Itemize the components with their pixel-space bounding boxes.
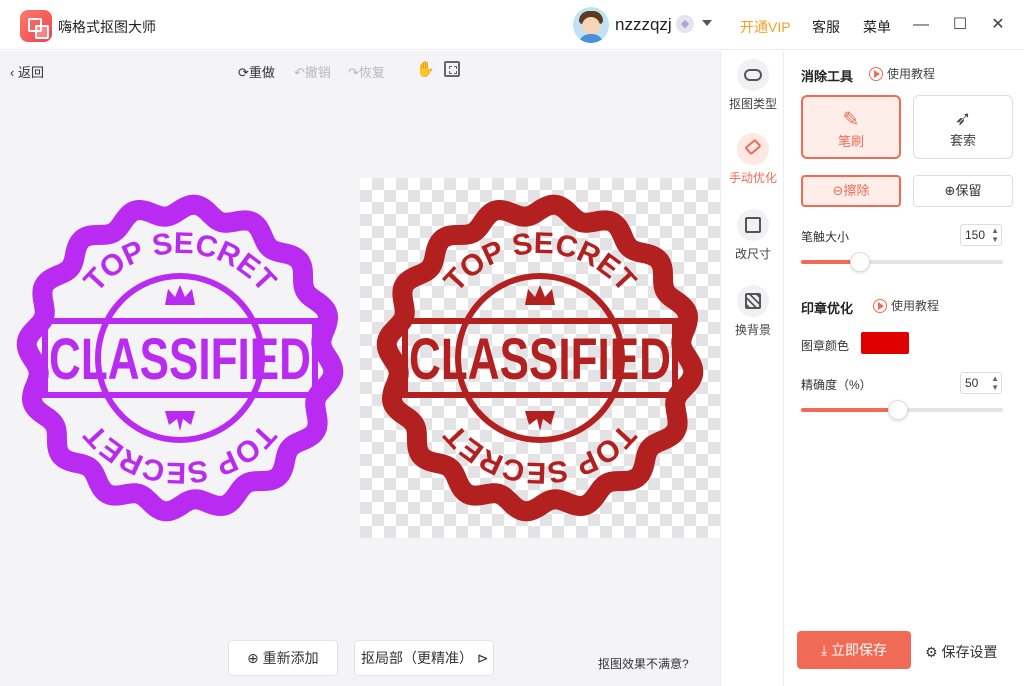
cutout-type-icon — [737, 59, 769, 91]
save-now-button[interactable]: ⤓ 立即保存 — [797, 631, 911, 669]
original-stamp-image: TOP SECRET TOP SECRET CLASSIFIED — [16, 194, 344, 522]
spinner-icon[interactable]: ▲ ▼ — [991, 226, 999, 244]
settings-panel: 消除工具 使用教程 ✎ 笔刷 ➶ 套索 ⊖擦除 ⊕保留 笔触大小 150 ▲ ▼ 印… — [785, 51, 1024, 686]
canvas-area: ‹ 返回 ⟳重做 ↶撤销 ↷恢复 ✋ TOP SECRET TOP SECRET… — [0, 51, 720, 686]
download-icon: ⤓ — [820, 642, 832, 658]
plus-circle-icon: ⊕ — [944, 183, 956, 198]
svg-text:CLASSIFIED: CLASSIFIED — [409, 327, 671, 392]
save-settings-button[interactable]: ⚙ 保存设置 — [925, 642, 997, 662]
partial-cutout-button[interactable]: 抠局部（更精准） ⊳ — [354, 640, 494, 676]
avatar[interactable] — [573, 7, 609, 43]
stamp-graphic-right: TOP SECRET TOP SECRET CLASSIFIED — [376, 194, 704, 522]
spinner-icon[interactable]: ▲ ▼ — [991, 374, 999, 392]
brush-icon: ✎ — [842, 109, 860, 131]
background-icon — [737, 285, 769, 317]
help-link-erase[interactable]: 使用教程 — [869, 65, 935, 82]
gear-icon: ⚙ — [925, 644, 942, 660]
precision-label: 精确度（%） — [801, 378, 872, 392]
precision-knob[interactable] — [887, 400, 908, 420]
brush-size-slider[interactable] — [801, 252, 1003, 272]
restore-button[interactable]: ↷恢复 — [348, 62, 385, 81]
erase-tool-title: 消除工具 — [801, 69, 854, 84]
app-title: 嗨格式抠图大师 — [58, 19, 156, 35]
lasso-icon: ➶ — [954, 108, 972, 130]
svg-text:CLASSIFIED: CLASSIFIED — [49, 327, 311, 392]
refresh-icon: ⟳ — [238, 65, 249, 80]
customer-service-link[interactable]: 客服 — [812, 17, 840, 37]
brush-size-knob[interactable] — [849, 252, 870, 272]
app-logo — [20, 10, 52, 42]
erase-button[interactable]: ⊖擦除 — [801, 175, 901, 207]
menu-link[interactable]: 菜单 — [863, 17, 891, 37]
minimize-button[interactable]: — — [908, 12, 934, 38]
redo-button[interactable]: ⟳重做 — [238, 62, 275, 81]
precision-slider[interactable] — [801, 400, 1003, 420]
chevron-left-icon: ‹ — [10, 65, 18, 80]
seal-color-swatch[interactable] — [861, 332, 909, 354]
stamp-graphic-left: TOP SECRET TOP SECRET CLASSIFIED — [16, 194, 344, 522]
re-add-button[interactable]: ⊕ 重新添加 — [228, 640, 338, 676]
resize-icon — [737, 209, 769, 241]
title-bar: 嗨格式抠图大师 nzzzqzj ◆ 开通VIP 客服 菜单 — ☐ ✕ — [0, 0, 1024, 50]
brush-mode-card[interactable]: ✎ 笔刷 — [801, 95, 901, 159]
unsatisfied-link[interactable]: 抠图效果不满意? — [598, 655, 689, 672]
chevron-down-icon[interactable] — [702, 20, 712, 26]
undo-icon: ↶ — [294, 65, 305, 80]
open-vip-link[interactable]: 开通VIP — [740, 17, 791, 37]
play-icon — [869, 67, 883, 81]
minus-circle-icon: ⊖ — [832, 183, 844, 198]
strip-cutout-type[interactable]: 抠图类型 — [721, 59, 785, 112]
play-icon — [873, 299, 887, 313]
tool-strip: 抠图类型 手动优化 改尺寸 换背景 — [720, 51, 784, 686]
keep-button[interactable]: ⊕保留 — [913, 175, 1013, 207]
eraser-icon — [737, 133, 769, 165]
redo-arrow-icon: ↷ — [348, 65, 359, 80]
brush-size-input[interactable]: 150 ▲ ▼ — [960, 224, 1002, 246]
close-button[interactable]: ✕ — [985, 12, 1011, 38]
strip-manual-optimize[interactable]: 手动优化 — [721, 133, 785, 186]
strip-resize[interactable]: 改尺寸 — [721, 209, 785, 262]
plus-circle-icon: ⊕ — [247, 650, 263, 666]
lasso-mode-card[interactable]: ➶ 套索 — [913, 95, 1013, 159]
precision-fill — [801, 408, 898, 412]
vip-level-icon: ◆ — [676, 15, 694, 33]
result-stamp-image: TOP SECRET TOP SECRET CLASSIFIED — [376, 194, 704, 522]
hand-icon[interactable]: ✋ — [416, 60, 435, 78]
play-circle-icon: ⊳ — [473, 650, 489, 666]
back-button[interactable]: ‹ 返回 — [10, 62, 44, 81]
seal-color-label: 图章颜色 — [801, 339, 850, 353]
seal-optimize-title: 印章优化 — [801, 301, 854, 316]
precision-input[interactable]: 50 ▲ ▼ — [960, 372, 1002, 394]
fit-screen-icon[interactable] — [444, 61, 460, 77]
strip-change-background[interactable]: 换背景 — [721, 285, 785, 338]
username[interactable]: nzzzqzj — [615, 15, 672, 35]
help-link-seal[interactable]: 使用教程 — [873, 297, 939, 314]
maximize-button[interactable]: ☐ — [947, 12, 973, 38]
undo-button[interactable]: ↶撤销 — [294, 62, 331, 81]
brush-size-label: 笔触大小 — [801, 230, 850, 244]
